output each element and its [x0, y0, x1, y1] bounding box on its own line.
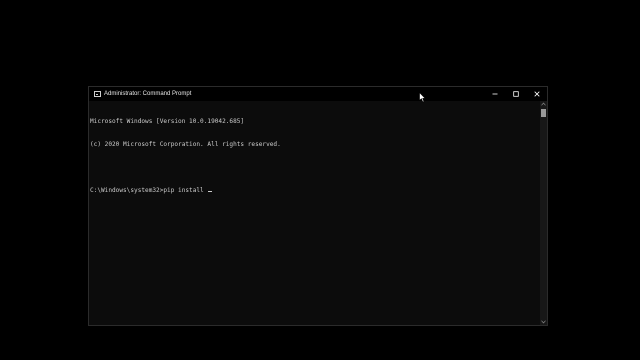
close-icon [533, 91, 540, 97]
scroll-down-arrow-icon [541, 320, 546, 324]
maximize-icon [512, 91, 519, 97]
command-prompt-window[interactable]: Administrator: Command Prompt Microsoft … [88, 86, 548, 326]
scroll-up-arrow-icon [541, 102, 546, 106]
close-button[interactable] [526, 87, 547, 101]
console-line-copyright: (c) 2020 Microsoft Corporation. All righ… [90, 140, 281, 148]
desktop: Administrator: Command Prompt Microsoft … [0, 0, 640, 360]
minimize-button[interactable] [484, 87, 505, 101]
window-controls [484, 87, 547, 101]
command-prompt-icon [94, 91, 101, 97]
mouse-pointer-icon [419, 92, 426, 103]
console-prompt-line[interactable]: C:\Windows\system32>pip install [90, 187, 539, 195]
scroll-down-button[interactable] [540, 319, 547, 325]
scroll-up-button[interactable] [540, 101, 547, 107]
title-bar[interactable]: Administrator: Command Prompt [89, 87, 547, 101]
text-cursor [208, 190, 212, 192]
console-line-version: Microsoft Windows [Version 10.0.19042.68… [90, 118, 245, 126]
scrollbar-thumb[interactable] [541, 109, 546, 117]
minimize-icon [492, 93, 497, 95]
console-output[interactable]: Microsoft Windows [Version 10.0.19042.68… [89, 101, 540, 325]
console-prompt-text: C:\Windows\system32>pip install [90, 186, 208, 194]
window-title: Administrator: Command Prompt [104, 91, 192, 97]
vertical-scrollbar[interactable] [540, 101, 547, 325]
maximize-button[interactable] [505, 87, 526, 101]
